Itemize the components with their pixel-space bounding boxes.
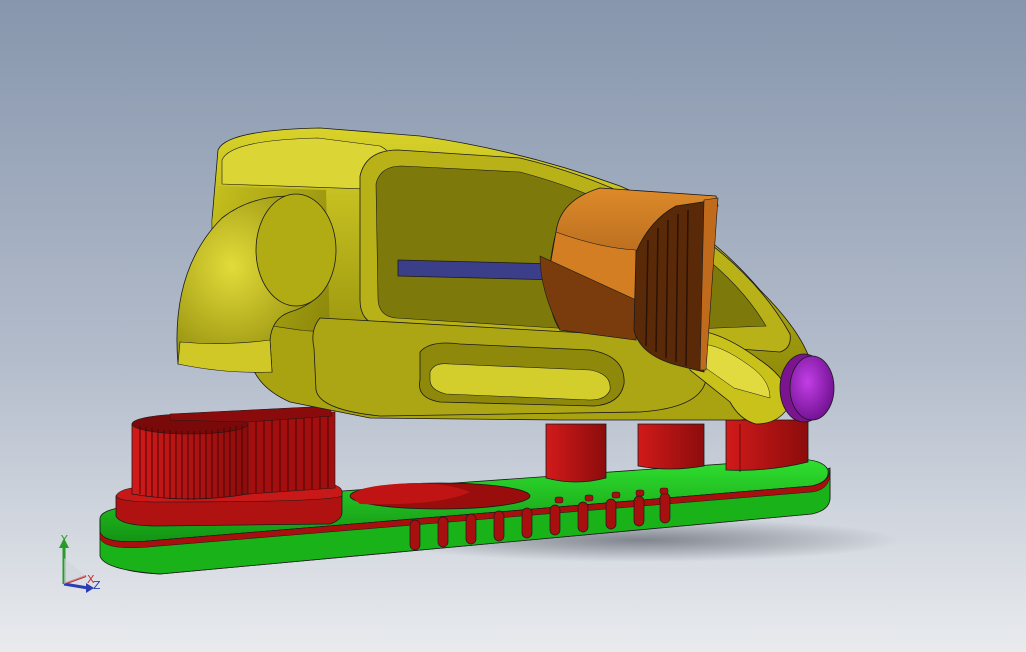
graphics-viewport[interactable]: Y X Z — [0, 0, 1026, 652]
purple-knob[interactable] — [779, 353, 835, 423]
axis-label-z: Z — [93, 579, 101, 592]
axis-triad[interactable]: Y X Z — [52, 532, 112, 598]
bristles — [131, 405, 336, 500]
cad-model[interactable] — [0, 0, 1026, 652]
blue-slot — [397, 259, 561, 281]
axis-label-y: Y — [61, 533, 68, 546]
brush-block[interactable] — [115, 405, 343, 527]
